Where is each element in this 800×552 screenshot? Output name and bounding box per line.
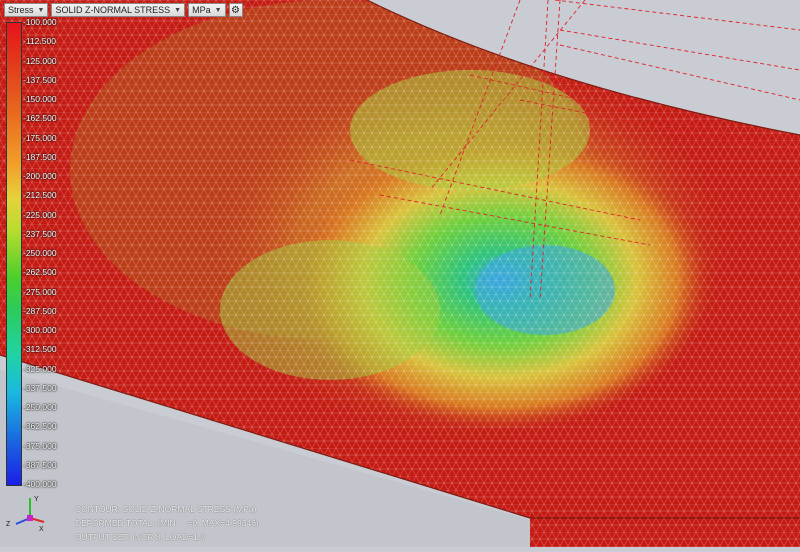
legend-tick-label: -387.500 xyxy=(23,459,57,470)
legend-tick-label: -287.500 xyxy=(23,305,57,316)
color-legend-bar xyxy=(6,22,22,486)
axis-x-label: X xyxy=(39,526,44,532)
legend-tick-label: -125.000 xyxy=(23,55,57,66)
units-dropdown[interactable]: MPa ▼ xyxy=(188,3,226,17)
axis-triad: Y Z X xyxy=(6,492,46,533)
legend-tick-label: -250.000 xyxy=(23,248,57,258)
legend-tick-label: -237.500 xyxy=(23,228,57,239)
color-legend-labels: -100.000 -112.500 -125.000 -137.500 -150.000… xyxy=(23,17,83,492)
legend-tick-label: -325.000 xyxy=(23,363,57,374)
legend-tick-label: -337.500 xyxy=(23,382,57,393)
chevron-down-icon: ▼ xyxy=(214,6,222,14)
axis-z-label: Z xyxy=(6,521,11,528)
legend-tick-label: -312.500 xyxy=(23,344,57,355)
model-viewport[interactable] xyxy=(0,0,800,547)
legend-tick-label: -225.000 xyxy=(23,209,57,220)
legend-tick-label: -375.000 xyxy=(23,440,57,451)
result-type-dropdown[interactable]: Stress ▼ xyxy=(4,3,49,17)
legend-tick-label: -112.500 xyxy=(23,36,56,47)
legend-tick-label: -262.500 xyxy=(23,267,57,278)
result-type-label: Stress xyxy=(8,5,34,15)
legend-tick-label: -275.000 xyxy=(23,286,57,297)
deformed-info: DEFORMED TOTAL: (MIN =0, MAX=4.99346) xyxy=(75,518,259,528)
result-toolbar: Stress ▼ SOLID Z-NORMAL STRESS ▼ MPa ▼ ⚙ xyxy=(4,3,243,17)
legend-tick-label: -175.000 xyxy=(23,132,57,143)
legend-tick-label: -212.500 xyxy=(23,190,57,201)
axis-y-label: Y xyxy=(34,496,39,503)
chevron-down-icon: ▼ xyxy=(174,6,182,14)
component-dropdown[interactable]: SOLID Z-NORMAL STRESS ▼ xyxy=(51,3,186,17)
legend-tick-label: -100.000 xyxy=(23,17,57,27)
legend-tick-label: -162.500 xyxy=(23,113,57,124)
output-set-info: OUTPUT SET: INCR 8, LOAD=1.0 xyxy=(75,532,205,542)
fea-mesh-render xyxy=(0,0,800,547)
legend-tick-label: -300.000 xyxy=(23,325,57,335)
contour-info: CONTOUR: SOLID Z-NORMAL STRESS (MPa) xyxy=(75,504,257,514)
legend-tick-label: -200.000 xyxy=(23,171,57,181)
legend-tick-label: -400.000 xyxy=(23,479,57,489)
legend-tick-label: -362.500 xyxy=(23,421,57,432)
legend-tick-label: -250.000 xyxy=(23,402,57,412)
chevron-down-icon: ▼ xyxy=(37,6,45,14)
units-label: MPa xyxy=(192,5,211,15)
legend-tick-label: -150.000 xyxy=(23,94,57,104)
result-info-text: CONTOUR: SOLID Z-NORMAL STRESS (MPa) DEF… xyxy=(75,502,259,544)
legend-tick-label: -137.500 xyxy=(23,74,57,85)
gear-icon: ⚙ xyxy=(231,4,241,16)
component-label: SOLID Z-NORMAL STRESS xyxy=(55,5,171,15)
legend-tick-label: -187.500 xyxy=(23,151,57,162)
settings-button[interactable]: ⚙ xyxy=(228,3,243,17)
